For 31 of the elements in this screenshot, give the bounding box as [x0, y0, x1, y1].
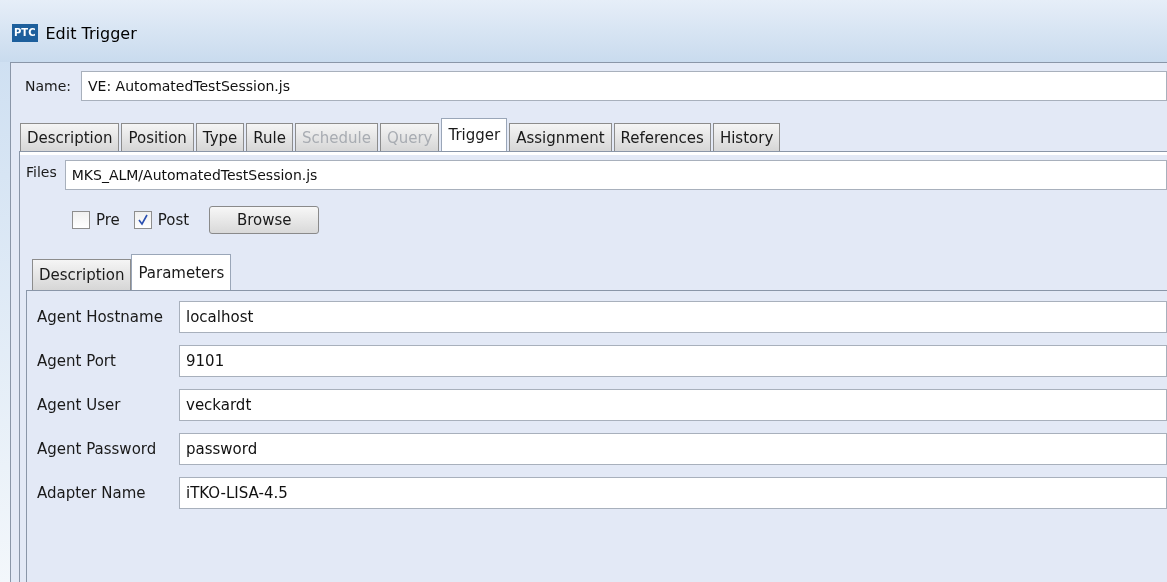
name-field[interactable]: VE: AutomatedTestSession.js: [81, 71, 1167, 101]
parameter-label: Agent Hostname: [37, 308, 164, 326]
app-logo: PTC: [12, 24, 38, 42]
files-field[interactable]: MKS_ALM/AutomatedTestSession.js: [64, 160, 1167, 190]
parameter-field[interactable]: veckardt: [179, 389, 1167, 421]
tab[interactable]: Type: [195, 123, 245, 151]
checkbox[interactable]: [133, 211, 152, 229]
tab[interactable]: History: [712, 123, 781, 151]
parameter-label: Adapter Name: [37, 484, 147, 502]
checkbox-label: Pre: [96, 211, 120, 229]
parameter-label: Agent User: [37, 396, 122, 414]
parameter-field[interactable]: password: [179, 433, 1167, 465]
name-label: Name:: [25, 78, 72, 94]
parameter-field[interactable]: iTKO-LISA-4.5: [179, 477, 1167, 509]
checkbox[interactable]: [72, 211, 90, 229]
parameter-label: Agent Password: [37, 440, 158, 458]
parameter-field[interactable]: 9101: [179, 345, 1167, 377]
checkbox-label: Post: [157, 211, 190, 229]
tab[interactable]: Parameters: [131, 254, 232, 290]
parameter-field[interactable]: localhost: [179, 301, 1167, 333]
tab[interactable]: References: [613, 123, 711, 151]
tab[interactable]: Position: [121, 123, 194, 151]
window-title: Edit Trigger: [45, 23, 137, 43]
browse-button[interactable]: Browse: [209, 206, 320, 234]
tab[interactable]: Trigger: [441, 118, 508, 151]
parameter-label: Agent Port: [37, 352, 117, 370]
tab[interactable]: Description: [32, 259, 132, 290]
tab[interactable]: Description: [20, 123, 120, 151]
tab[interactable]: Assignment: [509, 123, 612, 151]
tab[interactable]: Rule: [246, 123, 293, 151]
files-label: Files: [26, 163, 57, 180]
